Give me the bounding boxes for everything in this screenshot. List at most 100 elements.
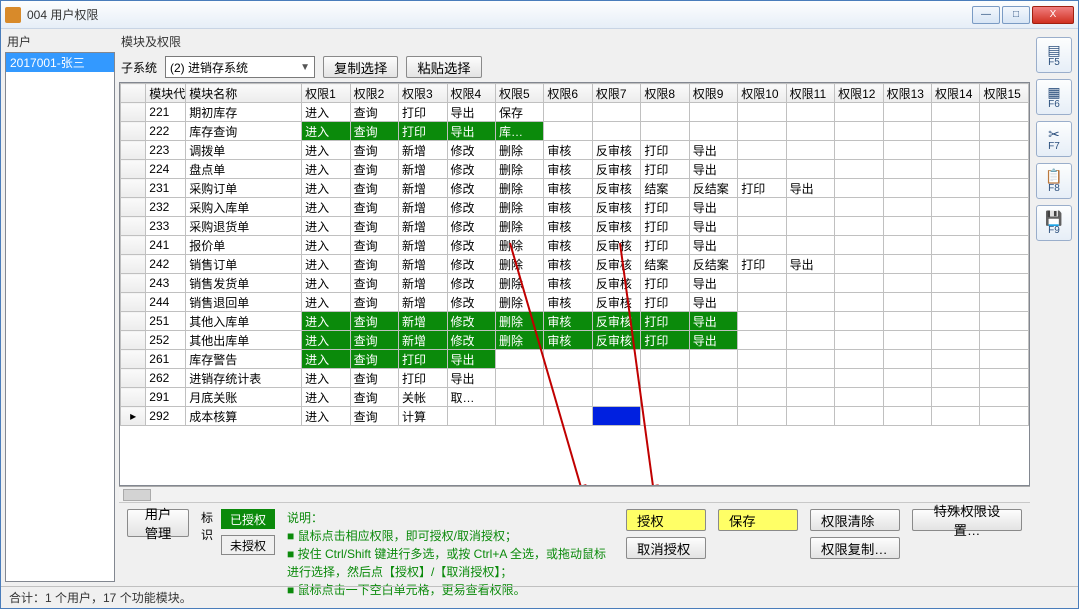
authorize-button[interactable]: 授权 <box>626 509 706 531</box>
row-header[interactable] <box>121 160 146 179</box>
module-code-cell[interactable]: 231 <box>146 179 186 198</box>
permission-cell[interactable] <box>835 103 883 122</box>
module-code-cell[interactable]: 292 <box>146 407 186 426</box>
permission-cell[interactable]: 库… <box>495 122 543 141</box>
permission-cell[interactable]: 打印 <box>399 369 447 388</box>
permission-cell[interactable] <box>738 331 786 350</box>
permission-cell[interactable]: 反审核 <box>592 331 640 350</box>
column-header[interactable]: 权限15 <box>980 84 1029 103</box>
permission-cell[interactable]: 导出 <box>689 274 737 293</box>
permission-cell[interactable]: 进入 <box>302 236 350 255</box>
permission-cell[interactable] <box>980 217 1029 236</box>
permission-cell[interactable]: 取… <box>447 388 495 407</box>
column-header[interactable]: 权限2 <box>350 84 398 103</box>
permission-cell[interactable] <box>738 122 786 141</box>
permission-cell[interactable] <box>495 350 543 369</box>
permission-cell[interactable] <box>980 160 1029 179</box>
permission-cell[interactable] <box>738 217 786 236</box>
permissions-grid[interactable]: 模块代码模块名称权限1权限2权限3权限4权限5权限6权限7权限8权限9权限10权… <box>119 82 1030 486</box>
permission-cell[interactable] <box>689 369 737 388</box>
permission-cell[interactable]: 反审核 <box>592 141 640 160</box>
permission-cell[interactable]: 打印 <box>641 160 689 179</box>
permission-cell[interactable]: 进入 <box>302 388 350 407</box>
permission-cell[interactable] <box>738 274 786 293</box>
permission-cell[interactable] <box>835 331 883 350</box>
permission-cell[interactable]: 导出 <box>689 236 737 255</box>
permission-cell[interactable]: 查询 <box>350 407 398 426</box>
column-header[interactable]: 权限11 <box>786 84 834 103</box>
permission-cell[interactable]: 审核 <box>544 236 592 255</box>
permission-cell[interactable]: 反审核 <box>592 274 640 293</box>
permission-cell[interactable]: 反审核 <box>592 312 640 331</box>
fkey-button-f7[interactable]: ✂F7 <box>1036 121 1072 157</box>
unauthorize-button[interactable]: 取消授权 <box>626 537 706 559</box>
permission-cell[interactable]: 进入 <box>302 160 350 179</box>
permission-cell[interactable] <box>544 103 592 122</box>
permission-cell[interactable] <box>641 369 689 388</box>
permission-cell[interactable]: 新增 <box>399 293 447 312</box>
permission-cell[interactable] <box>980 312 1029 331</box>
permission-cell[interactable] <box>932 236 980 255</box>
permission-cell[interactable]: 审核 <box>544 312 592 331</box>
permission-cell[interactable]: 反审核 <box>592 293 640 312</box>
module-name-cell[interactable]: 期初库存 <box>186 103 302 122</box>
permission-cell[interactable]: 新增 <box>399 179 447 198</box>
maximize-button[interactable]: □ <box>1002 6 1030 24</box>
permission-cell[interactable]: 进入 <box>302 122 350 141</box>
permission-cell[interactable] <box>786 160 834 179</box>
user-management-button[interactable]: 用户管理 <box>127 509 189 537</box>
permission-cell[interactable] <box>932 103 980 122</box>
permission-cell[interactable] <box>786 274 834 293</box>
column-header[interactable]: 权限10 <box>738 84 786 103</box>
row-header[interactable]: ▸ <box>121 407 146 426</box>
row-header[interactable] <box>121 217 146 236</box>
column-header[interactable]: 模块名称 <box>186 84 302 103</box>
row-header[interactable] <box>121 122 146 141</box>
permission-cell[interactable] <box>932 255 980 274</box>
permission-cell[interactable] <box>738 198 786 217</box>
permission-cell[interactable] <box>738 312 786 331</box>
permission-cell[interactable]: 导出 <box>689 331 737 350</box>
module-name-cell[interactable]: 月底关账 <box>186 388 302 407</box>
permission-cell[interactable] <box>932 160 980 179</box>
permission-cell[interactable] <box>544 369 592 388</box>
permission-cell[interactable] <box>786 293 834 312</box>
permission-cell[interactable]: 导出 <box>447 350 495 369</box>
permission-cell[interactable] <box>786 407 834 426</box>
permission-cell[interactable] <box>835 407 883 426</box>
permission-cell[interactable]: 审核 <box>544 141 592 160</box>
module-name-cell[interactable]: 其他入库单 <box>186 312 302 331</box>
permission-cell[interactable] <box>544 122 592 141</box>
permission-cell[interactable] <box>932 217 980 236</box>
subsys-combo[interactable]: (2) 进销存系统 ▼ <box>165 56 315 78</box>
permission-cell[interactable] <box>883 160 931 179</box>
permission-cell[interactable] <box>980 274 1029 293</box>
horizontal-scrollbar[interactable] <box>119 486 1030 502</box>
permission-cell[interactable]: 删除 <box>495 236 543 255</box>
permission-cell[interactable] <box>980 122 1029 141</box>
permission-cell[interactable] <box>495 407 543 426</box>
permission-cell[interactable]: 修改 <box>447 293 495 312</box>
fkey-button-f8[interactable]: 📋F8 <box>1036 163 1072 199</box>
permission-cell[interactable] <box>738 141 786 160</box>
row-header[interactable] <box>121 141 146 160</box>
column-header[interactable]: 权限13 <box>883 84 931 103</box>
permission-cell[interactable]: 审核 <box>544 255 592 274</box>
column-header[interactable]: 权限7 <box>592 84 640 103</box>
permission-cell[interactable] <box>641 388 689 407</box>
permission-cell[interactable] <box>883 293 931 312</box>
module-code-cell[interactable]: 252 <box>146 331 186 350</box>
column-header[interactable]: 权限14 <box>932 84 980 103</box>
permission-cell[interactable]: 导出 <box>447 103 495 122</box>
permission-cell[interactable]: 审核 <box>544 293 592 312</box>
permission-cell[interactable]: 打印 <box>641 141 689 160</box>
module-code-cell[interactable]: 243 <box>146 274 186 293</box>
permission-cell[interactable] <box>592 369 640 388</box>
permission-cell[interactable]: 进入 <box>302 255 350 274</box>
permission-cell[interactable]: 删除 <box>495 160 543 179</box>
permission-cell[interactable] <box>883 312 931 331</box>
permission-cell[interactable]: 新增 <box>399 312 447 331</box>
column-header[interactable]: 权限9 <box>689 84 737 103</box>
permission-cell[interactable] <box>592 103 640 122</box>
module-code-cell[interactable]: 221 <box>146 103 186 122</box>
